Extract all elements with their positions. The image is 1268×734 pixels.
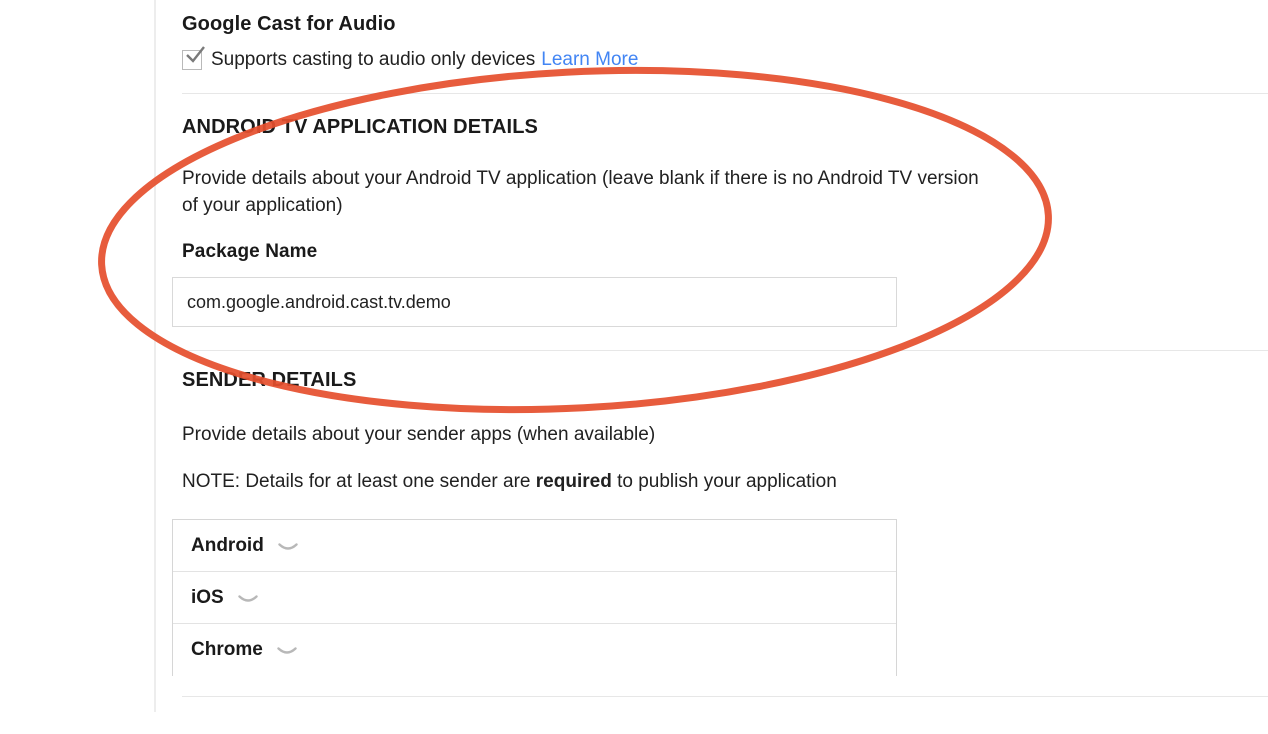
audio-support-checkbox[interactable] [182, 50, 202, 70]
sender-row-android-label: Android [191, 535, 264, 557]
androidtv-details-title: ANDROID TV APPLICATION DETAILS [182, 116, 538, 139]
content-left-border [154, 0, 156, 712]
sender-platform-list: Android iOS Chrome [172, 519, 897, 676]
chevron-down-icon [278, 543, 298, 553]
sender-row-chrome[interactable]: Chrome [173, 624, 896, 676]
audio-support-row: Supports casting to audio only devices L… [182, 49, 638, 71]
package-name-input[interactable] [172, 277, 897, 327]
chevron-down-icon [277, 647, 297, 657]
sender-note-required: required [536, 471, 612, 492]
cast-console-app-details-page: Google Cast for Audio Supports casting t… [0, 0, 1268, 734]
sender-row-ios-label: iOS [191, 587, 224, 609]
google-cast-for-audio-title: Google Cast for Audio [182, 13, 396, 36]
sender-description: Provide details about your sender apps (… [182, 421, 655, 448]
androidtv-description-line-1: Provide details about your Android TV ap… [182, 165, 979, 192]
sender-details-title: SENDER DETAILS [182, 369, 356, 392]
audio-support-checkbox-label: Supports casting to audio only devices [211, 49, 535, 71]
learn-more-link[interactable]: Learn More [541, 49, 638, 71]
sender-note-prefix: NOTE: Details for at least one sender ar… [182, 471, 536, 492]
section-divider [182, 350, 1268, 351]
androidtv-description: Provide details about your Android TV ap… [182, 165, 979, 219]
package-name-label: Package Name [182, 241, 317, 263]
check-icon [185, 46, 206, 64]
section-divider [182, 93, 1268, 94]
androidtv-description-line-2: of your application) [182, 192, 979, 219]
section-divider [182, 696, 1268, 697]
sender-row-ios[interactable]: iOS [173, 572, 896, 624]
sender-note: NOTE: Details for at least one sender ar… [182, 468, 837, 495]
sender-note-suffix: to publish your application [612, 471, 837, 492]
sender-row-android[interactable]: Android [173, 520, 896, 572]
chevron-down-icon [238, 595, 258, 605]
sender-row-chrome-label: Chrome [191, 639, 263, 661]
